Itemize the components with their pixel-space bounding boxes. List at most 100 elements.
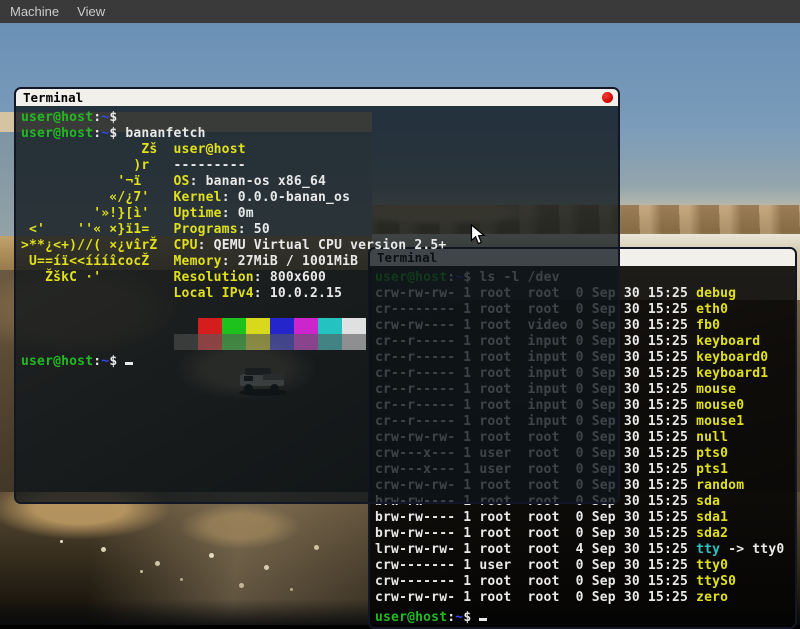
ascii-art: )r [21,158,174,173]
prompt-user: user@host [375,610,447,625]
fetch-label: Programs [174,222,238,237]
fetch-value: : 10.0.2.15 [254,286,342,301]
device-name: eth0 [696,302,728,317]
device-name: tty [696,542,720,557]
device-name: mouse1 [696,414,744,429]
fetch-line: «/¿7' Kernel: 0.0.0-banan_os [21,190,618,206]
fetch-line: U==íï<<íííîcocŽ Memory: 27MiB / 1001MiB [21,254,618,270]
palette-swatch [174,334,198,350]
terminal1-titlebar[interactable]: Terminal [16,89,618,106]
desert-stones [60,540,63,543]
device-name: fb0 [696,318,720,333]
fetch-value: : QEMU Virtual CPU version 2.5+ [198,238,447,253]
device-row: brw-rw---- 1 root root 0 Sep 30 15:25 sd… [375,526,795,542]
palette-swatch [222,334,246,350]
device-name: null [696,430,728,445]
menu-bar: Machine View [0,0,800,23]
terminal1-output-area[interactable]: user@host:~$user@host:~$ bananfetch Zš u… [16,106,618,502]
palette-swatch [342,318,366,334]
prompt-user: user@host [21,110,93,125]
device-name: keyboard1 [696,366,768,381]
fetch-line: >**¿<+)//( ×¿vîrŽ CPU: QEMU Virtual CPU … [21,238,618,254]
terminal1-title: Terminal [23,90,83,105]
menu-item-machine[interactable]: Machine [10,4,59,19]
fetch-line: '»!}[ì' Uptime: 0m [21,206,618,222]
screen: { "menu": {"items": [{"label": "Machine"… [0,0,800,625]
fetch-value: : 50 [238,222,270,237]
device-name: sda2 [696,526,728,541]
ascii-art [21,286,174,301]
device-row: lrw-rw-rw- 1 root root 4 Sep 30 15:25 tt… [375,542,795,558]
palette-swatch [294,318,318,334]
device-name: random [696,478,744,493]
ascii-art: >**¿<+)//( ×¿vîrŽ [21,238,174,253]
device-name: keyboard0 [696,350,768,365]
palette-swatch [270,334,294,350]
palette-swatch [270,318,294,334]
device-name: ttyS0 [696,574,736,589]
fetch-line: <' ''« ×}ï1= Programs: 50 [21,222,618,238]
fetch-value: : 0.0.0-banan_os [222,190,350,205]
device-name: keyboard [696,334,760,349]
fetch-line: Local IPv4: 10.0.2.15 [21,286,618,302]
ascii-art: ŽškC ·' [21,270,174,285]
menu-item-view[interactable]: View [77,4,105,19]
command-text: bananfetch [117,126,205,141]
ascii-art: '¬ï [21,174,174,189]
symlink-target: -> tty0 [720,542,784,557]
ascii-art: U==íï<<íííîcocŽ [21,254,174,269]
device-row: crw------- 1 root root 0 Sep 30 15:25 tt… [375,574,795,590]
device-name: sda1 [696,510,728,525]
palette-swatch [246,334,270,350]
file-attributes: crw-rw-rw- 1 root root 0 Sep 30 15:25 [375,590,696,605]
device-name: mouse0 [696,398,744,413]
fetch-value: : banan-os x86_64 [190,174,326,189]
device-name: pts1 [696,462,728,477]
fetch-label: Uptime [174,206,222,221]
device-name: debug [696,286,736,301]
file-attributes: brw-rw---- 1 root root 0 Sep 30 15:25 [375,510,696,525]
prompt-user: user@host [21,354,93,369]
prompt-user: user@host [21,126,93,141]
palette-row [21,334,618,350]
prompt-line: user@host:~$ [21,110,618,126]
device-row: brw-rw---- 1 root root 0 Sep 30 15:25 sd… [375,510,795,526]
fetch-value: : 0m [222,206,254,221]
device-name: mouse [696,382,736,397]
device-name: sda [696,494,720,509]
palette-swatch [222,318,246,334]
fetch-value: : 800x600 [254,270,326,285]
device-name: pts0 [696,446,728,461]
ascii-art: Zš [21,142,174,157]
fetch-label: OS [174,174,190,189]
device-row: crw-rw-rw- 1 root root 0 Sep 30 15:25 ze… [375,590,795,606]
device-row: crw------- 1 user root 0 Sep 30 15:25 tt… [375,558,795,574]
palette-swatch [342,334,366,350]
mouse-cursor-icon [470,224,486,246]
text-cursor [125,350,133,365]
palette-swatch [294,334,318,350]
fetch-line: '¬ï OS: banan-os x86_64 [21,174,618,190]
palette-swatch [318,334,342,350]
palette-swatch [246,318,270,334]
prompt-line: user@host:~$ bananfetch [21,126,618,142]
close-button[interactable] [602,92,613,103]
file-attributes: brw-rw---- 1 root root 0 Sep 30 15:25 [375,526,696,541]
device-name: tty0 [696,558,728,573]
palette-swatch [198,334,222,350]
file-attributes: crw------- 1 user root 0 Sep 30 15:25 [375,558,696,573]
palette-swatch [174,318,198,334]
palette-row [21,318,618,334]
file-attributes: lrw-rw-rw- 1 root root 4 Sep 30 15:25 [375,542,696,557]
fetch-label: Kernel [174,190,222,205]
fetch-label: Local IPv4 [174,286,254,301]
fetch-label: Resolution [174,270,254,285]
palette-swatch [318,318,342,334]
prompt-line: user@host:~$ [21,350,618,366]
palette-swatch [198,318,222,334]
device-name: zero [696,590,728,605]
fetch-label: CPU [174,238,198,253]
prompt-line: user@host:~$ [375,606,795,622]
fetch-title: user@host [174,142,246,157]
text-cursor [479,606,487,621]
